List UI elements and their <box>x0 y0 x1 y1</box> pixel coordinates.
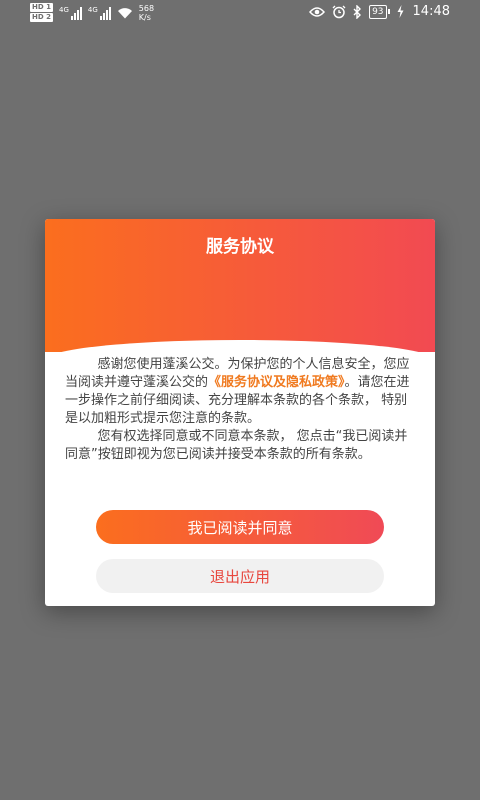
dialog-title: 服务协议 <box>206 237 274 257</box>
sim-indicators: HD 1 HD 2 <box>30 3 53 23</box>
battery-icon: 93 <box>369 4 390 19</box>
dialog-body: 感谢您使用蓬溪公交。为保护您的个人信息安全，您应当阅读并遵守蓬溪公交的《服务协议… <box>65 356 417 464</box>
agree-button[interactable]: 我已阅读并同意 <box>96 510 384 544</box>
signal-1-icon: 4G <box>59 6 82 20</box>
net-speed-unit: K/s <box>138 13 151 22</box>
service-agreement-dialog: 服务协议 感谢您使用蓬溪公交。为保护您的个人信息安全，您应当阅读并遵守蓬溪公交的… <box>45 219 435 606</box>
net-speed: 568 K/s <box>139 4 154 22</box>
eye-icon <box>309 6 326 17</box>
network-type-1: 4G <box>58 6 69 14</box>
status-bar-left: HD 1 HD 2 4G 4G 568 K/s <box>30 3 154 23</box>
agreement-paragraph-2: 您有权选择同意或不同意本条款， 您点击“我已阅读并同意”按钮即视为您已阅读并接受… <box>65 429 408 462</box>
exit-app-button[interactable]: 退出应用 <box>96 559 384 593</box>
network-type-2: 4G <box>87 6 98 14</box>
alarm-icon <box>332 5 346 18</box>
screen: HD 1 HD 2 4G 4G 568 K/s 93 14:48 服务协议 感谢… <box>0 0 480 800</box>
status-bar: HD 1 HD 2 4G 4G 568 K/s 93 14:48 <box>0 0 480 28</box>
agreement-paragraph-1: 感谢您使用蓬溪公交。为保护您的个人信息安全，您应当阅读并遵守蓬溪公交的《服务协议… <box>65 356 417 428</box>
charging-icon <box>397 5 404 18</box>
signal-2-icon: 4G <box>88 6 111 20</box>
sim2-hd-badge: HD 2 <box>30 13 53 22</box>
bluetooth-icon <box>353 4 362 19</box>
sim1-hd-badge: HD 1 <box>30 3 53 12</box>
wifi-icon <box>117 8 132 19</box>
battery-level: 93 <box>369 4 387 19</box>
status-bar-right: 93 14:48 <box>309 4 450 19</box>
clock: 14:48 <box>412 4 450 19</box>
net-speed-value: 568 <box>138 4 155 13</box>
privacy-policy-link[interactable]: 《服务协议及隐私政策》 <box>208 375 345 390</box>
